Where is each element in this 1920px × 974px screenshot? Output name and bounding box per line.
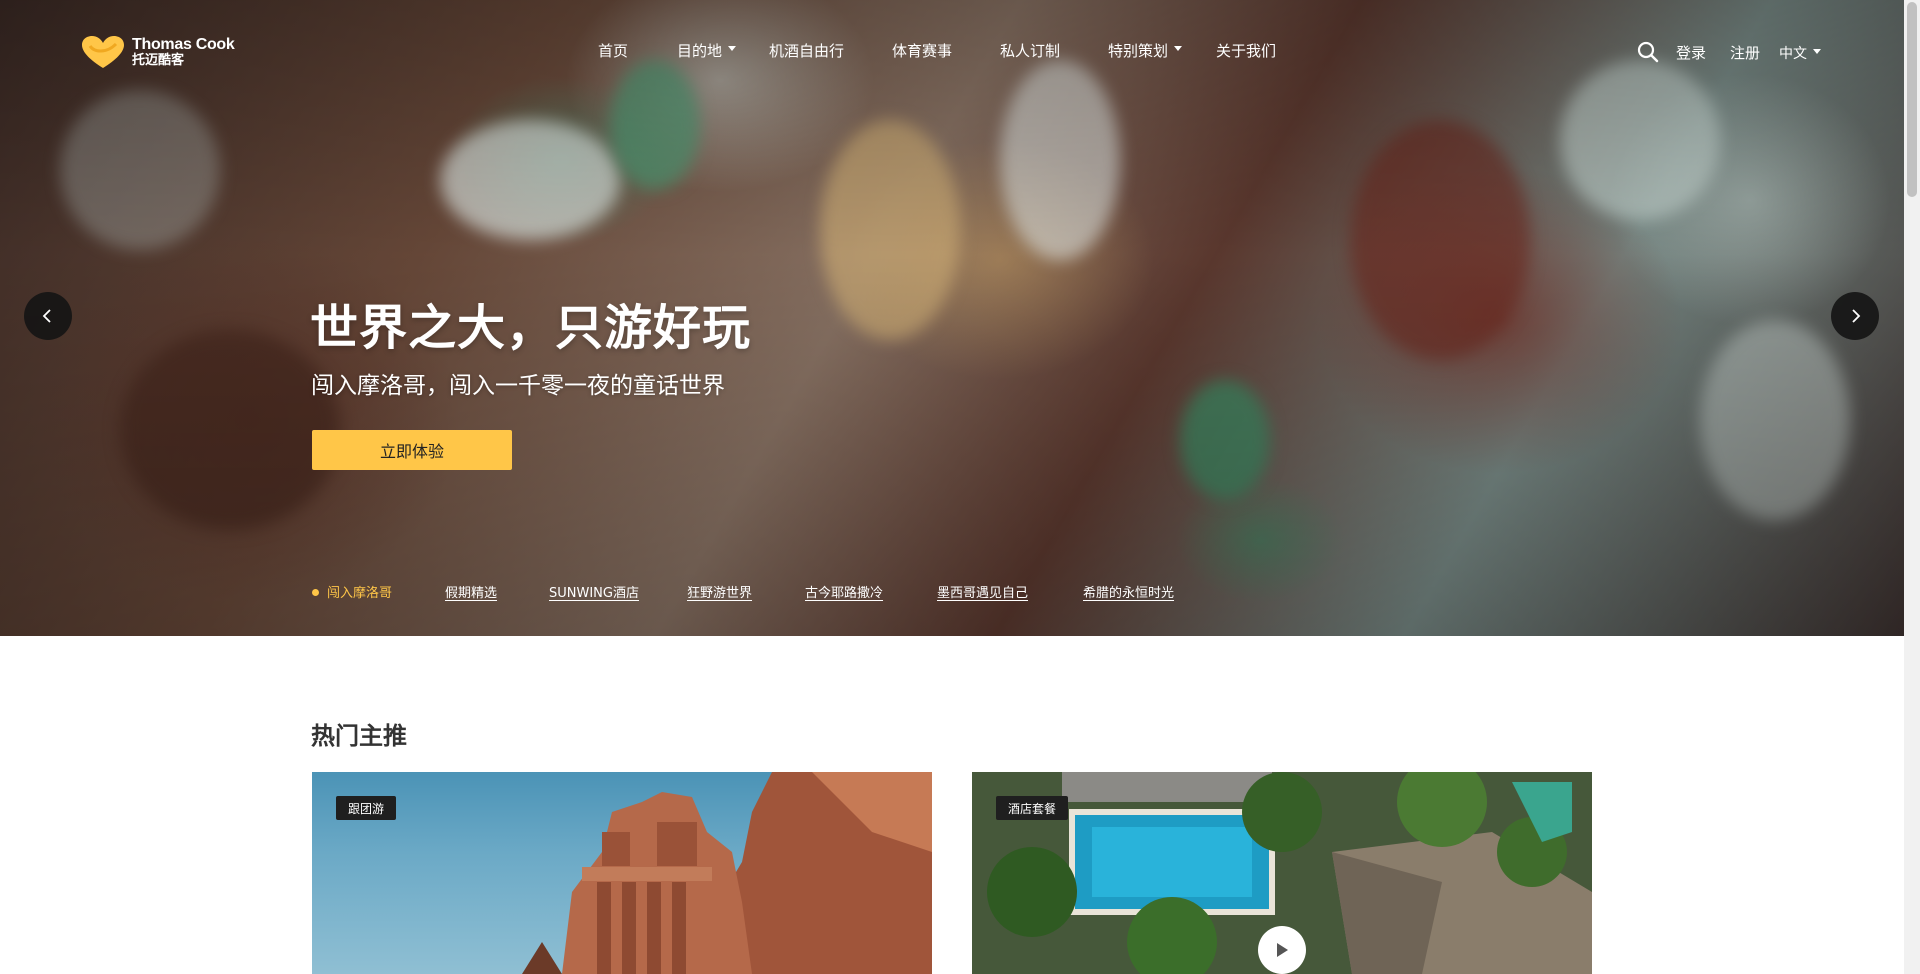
caret-down-icon: [1813, 48, 1821, 54]
featured-card-group-tour[interactable]: 跟团游: [312, 772, 932, 974]
caret-down-icon: [728, 46, 737, 51]
heart-logo-icon: [80, 34, 126, 70]
slide-link-greece[interactable]: 希腊的永恒时光: [1083, 582, 1174, 601]
brand-name-cn: 托迈酷客: [132, 52, 185, 68]
hero-title: 世界之大，只游好玩: [310, 300, 752, 356]
register-link[interactable]: 注册: [1730, 42, 1760, 63]
top-navigation: Thomas Cook 托迈酷客 首页 目的地 机酒自由行 体育赛事 私人订制 …: [0, 0, 1904, 104]
slide-link-holiday-picks[interactable]: 假期精选: [445, 582, 497, 601]
chevron-right-icon: [1852, 309, 1861, 323]
carousel-prev-button[interactable]: [24, 292, 72, 340]
language-select[interactable]: 中文: [1779, 43, 1821, 63]
card-tag: 酒店套餐: [996, 796, 1069, 820]
nav-item-destinations[interactable]: 目的地: [677, 40, 737, 61]
slide-link-mexico[interactable]: 墨西哥遇见自己: [937, 582, 1028, 601]
featured-card-hotel-package[interactable]: 酒店套餐: [972, 772, 1592, 974]
search-icon[interactable]: [1636, 40, 1660, 64]
nav-item-about[interactable]: 关于我们: [1216, 40, 1276, 61]
hero-subtitle: 闯入摩洛哥，闯入一千零一夜的童话世界: [311, 373, 725, 399]
petra-image: [522, 772, 932, 974]
chevron-left-icon: [42, 309, 51, 323]
slide-link-sunwing[interactable]: SUNWING酒店: [549, 582, 639, 601]
experience-now-button[interactable]: 立即体验: [312, 430, 512, 470]
nav-item-home[interactable]: 首页: [598, 40, 628, 61]
carousel-next-button[interactable]: [1831, 292, 1879, 340]
active-slide-dot: [312, 589, 319, 596]
play-icon: [1277, 943, 1288, 957]
brand-logo[interactable]: Thomas Cook 托迈酷客: [80, 34, 235, 70]
page-scrollbar[interactable]: [1904, 0, 1920, 974]
slide-link-jerusalem[interactable]: 古今耶路撒冷: [805, 582, 883, 601]
nav-item-special[interactable]: 特别策划: [1108, 40, 1183, 61]
play-video-button[interactable]: [1258, 926, 1306, 974]
slide-link-morocco[interactable]: 闯入摩洛哥: [327, 582, 392, 601]
slide-link-wild-world[interactable]: 狂野游世界: [687, 582, 752, 601]
nav-item-flight-hotel[interactable]: 机酒自由行: [769, 40, 844, 61]
hero-banner: Thomas Cook 托迈酷客 首页 目的地 机酒自由行 体育赛事 私人订制 …: [0, 0, 1904, 636]
card-tag: 跟团游: [336, 796, 397, 820]
nav-item-sports[interactable]: 体育赛事: [892, 40, 952, 61]
brand-name-en: Thomas Cook: [132, 35, 235, 53]
login-link[interactable]: 登录: [1676, 42, 1706, 63]
caret-down-icon: [1174, 46, 1183, 51]
section-title-featured: 热门主推: [311, 722, 407, 750]
scrollbar-thumb[interactable]: [1907, 2, 1917, 197]
nav-item-custom[interactable]: 私人订制: [1000, 40, 1060, 61]
